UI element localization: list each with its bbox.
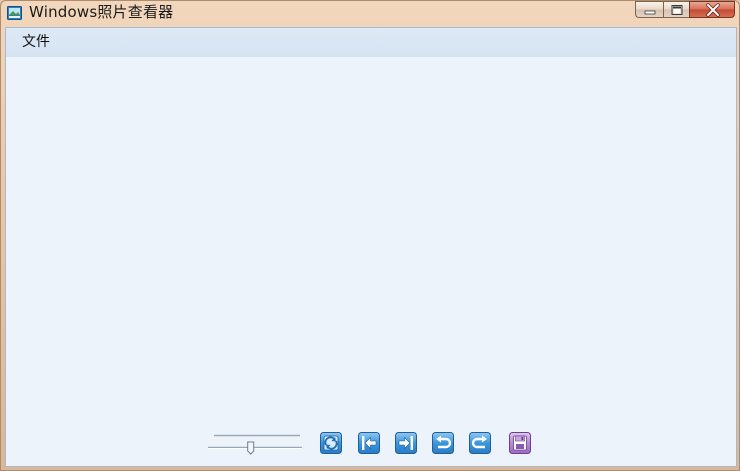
zoom-slider[interactable] (208, 431, 302, 457)
delete-button[interactable] (509, 432, 531, 454)
close-button[interactable] (689, 1, 735, 18)
rotate-right-icon (469, 432, 491, 454)
zoom-slider-graphic (208, 434, 302, 455)
caption-buttons (635, 1, 735, 20)
next-button[interactable] (395, 432, 417, 454)
rotate-clockwise-button[interactable] (469, 432, 491, 454)
actual-size-button[interactable] (320, 432, 342, 454)
close-icon (706, 3, 720, 17)
rotate-left-icon (432, 432, 454, 454)
zoom-slider-thumb[interactable] (247, 441, 255, 455)
previous-button[interactable] (358, 432, 380, 454)
fit-to-window-icon (320, 432, 342, 454)
save-disk-icon (509, 432, 531, 454)
image-display-area[interactable] (6, 57, 736, 417)
window-title: Windows照片查看器 (29, 3, 174, 21)
menu-file[interactable]: 文件 (14, 31, 58, 53)
viewer-client-area: 文件 (5, 27, 737, 467)
photo-viewer-window: Windows照片查看器 文件 (0, 0, 740, 471)
menu-bar: 文件 (6, 28, 736, 57)
maximize-button[interactable] (663, 1, 689, 18)
next-arrow-icon (395, 432, 417, 454)
previous-arrow-icon (358, 432, 380, 454)
minimize-button[interactable] (635, 1, 663, 18)
bottom-toolbar (6, 426, 736, 462)
photo-viewer-app-icon[interactable] (7, 5, 22, 20)
minimize-icon (644, 10, 656, 15)
maximize-icon (671, 5, 683, 15)
title-bar[interactable]: Windows照片查看器 (1, 1, 739, 26)
rotate-counterclockwise-button[interactable] (432, 432, 454, 454)
